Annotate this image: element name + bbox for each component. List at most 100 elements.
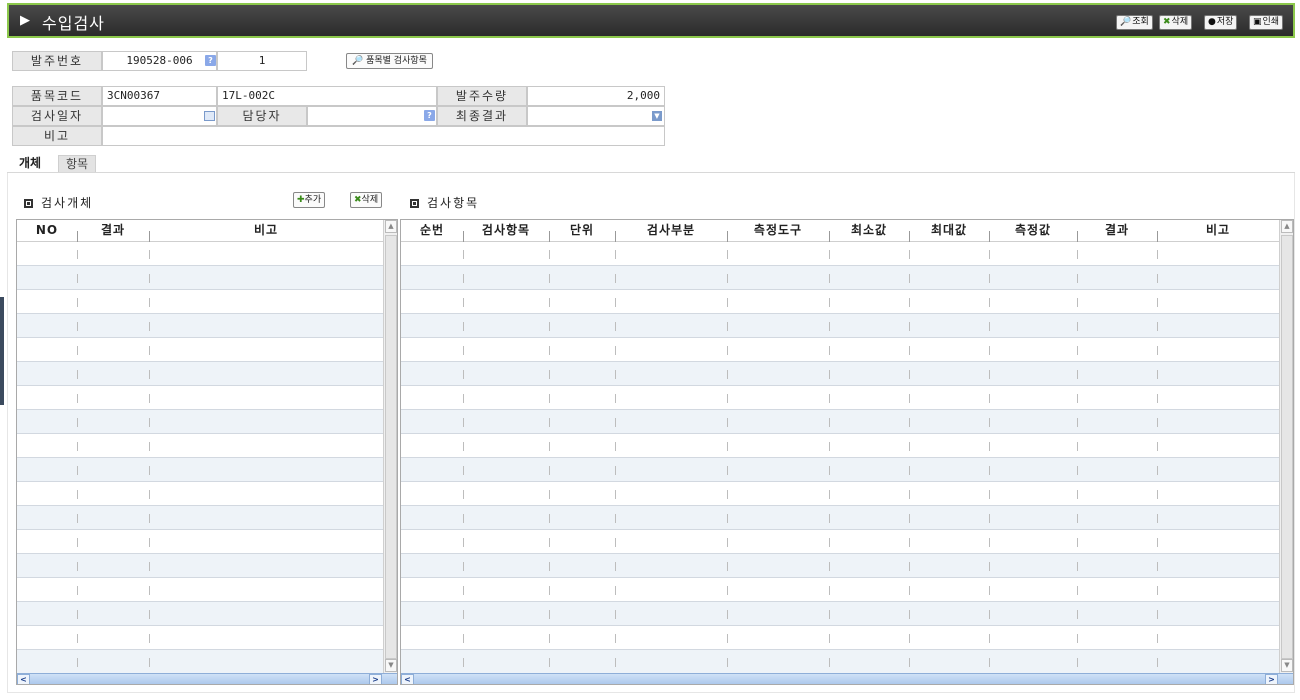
table-row[interactable]: [17, 506, 383, 530]
column-header[interactable]: 결과: [77, 220, 149, 242]
table-row[interactable]: [401, 554, 1279, 578]
table-row[interactable]: [401, 458, 1279, 482]
table-row[interactable]: [17, 554, 383, 578]
table-row[interactable]: [401, 410, 1279, 434]
remark-field[interactable]: [102, 126, 665, 146]
scroll-left-icon[interactable]: <: [401, 674, 414, 684]
table-row[interactable]: [17, 338, 383, 362]
order-no-field[interactable]: 190528-006: [102, 51, 217, 71]
table-row[interactable]: [17, 650, 383, 674]
column-header[interactable]: 단위: [549, 220, 615, 242]
column-header[interactable]: 비고: [1157, 220, 1279, 242]
scroll-down-icon[interactable]: ▼: [1281, 659, 1293, 672]
scroll-up-icon[interactable]: ▲: [385, 220, 397, 233]
cell-divider: [149, 274, 150, 283]
tab-object[interactable]: 개체: [12, 155, 48, 173]
search-button[interactable]: 🔎조회: [1116, 15, 1153, 30]
table-row[interactable]: [17, 410, 383, 434]
table-row[interactable]: [401, 626, 1279, 650]
scroll-down-icon[interactable]: ▼: [385, 659, 397, 672]
table-row[interactable]: [401, 314, 1279, 338]
column-header[interactable]: 순번: [401, 220, 463, 242]
table-row[interactable]: [401, 602, 1279, 626]
cell-divider: [77, 490, 78, 499]
cell-divider: [989, 322, 990, 331]
table-row[interactable]: [17, 362, 383, 386]
scroll-left-icon[interactable]: <: [17, 674, 30, 684]
item-code-field[interactable]: 3CN00367: [102, 86, 217, 106]
column-header[interactable]: 검사부분: [615, 220, 727, 242]
object-grid[interactable]: NO 결과 비고 ▲ ▼ < >: [16, 219, 398, 685]
table-row[interactable]: [401, 482, 1279, 506]
delete-object-button[interactable]: ✖삭제: [350, 192, 383, 208]
table-row[interactable]: [401, 578, 1279, 602]
table-row[interactable]: [17, 242, 383, 266]
table-row[interactable]: [17, 482, 383, 506]
cell-divider: [149, 394, 150, 403]
column-header[interactable]: 결과: [1077, 220, 1157, 242]
table-row[interactable]: [401, 338, 1279, 362]
scroll-right-icon[interactable]: >: [369, 674, 382, 684]
column-header[interactable]: 검사항목: [463, 220, 549, 242]
horizontal-scrollbar[interactable]: < >: [17, 673, 397, 684]
table-row[interactable]: [17, 290, 383, 314]
order-qty-field[interactable]: 2,000: [527, 86, 665, 106]
cell-divider: [1157, 418, 1158, 427]
table-row[interactable]: [401, 386, 1279, 410]
vertical-scrollbar[interactable]: ▲ ▼: [1279, 220, 1293, 673]
scroll-up-icon[interactable]: ▲: [1281, 220, 1293, 233]
save-button[interactable]: ●저장: [1204, 15, 1238, 30]
item-inspection-button[interactable]: 🔎 품목별 검사항목: [346, 53, 433, 69]
table-row[interactable]: [17, 578, 383, 602]
inspection-item-grid[interactable]: 순번 검사항목 단위 검사부분 측정도구 최소값 최대값 측정값 결과 비고 ▲…: [400, 219, 1294, 685]
final-result-select[interactable]: [527, 106, 665, 126]
manager-field[interactable]: [307, 106, 437, 126]
table-row[interactable]: [401, 290, 1279, 314]
table-row[interactable]: [17, 266, 383, 290]
cell-divider: [909, 586, 910, 595]
column-header[interactable]: 측정도구: [727, 220, 829, 242]
cell-divider: [77, 274, 78, 283]
column-header[interactable]: 측정값: [989, 220, 1077, 242]
table-row[interactable]: [17, 626, 383, 650]
column-header[interactable]: 최대값: [909, 220, 989, 242]
item-spec-field[interactable]: 17L-002C: [217, 86, 437, 106]
table-row[interactable]: [17, 314, 383, 338]
column-header[interactable]: NO: [17, 220, 77, 242]
table-row[interactable]: [17, 386, 383, 410]
cell-divider: [463, 250, 464, 259]
column-header[interactable]: 비고: [149, 220, 383, 242]
table-row[interactable]: [401, 434, 1279, 458]
inspect-date-field[interactable]: [102, 106, 217, 126]
horizontal-scrollbar[interactable]: < >: [401, 673, 1293, 684]
table-row[interactable]: [17, 434, 383, 458]
column-header[interactable]: 최소값: [829, 220, 909, 242]
order-seq-field[interactable]: 1: [217, 51, 307, 71]
print-button[interactable]: ▣인쇄: [1249, 15, 1284, 30]
scroll-thumb[interactable]: [1281, 235, 1293, 659]
chevron-down-icon[interactable]: ▼: [652, 111, 662, 121]
cell-divider: [549, 562, 550, 571]
add-object-button[interactable]: ✚추가: [293, 192, 326, 208]
vertical-scrollbar[interactable]: ▲ ▼: [383, 220, 397, 673]
table-row[interactable]: [401, 650, 1279, 674]
manager-lookup-icon[interactable]: ?: [424, 110, 435, 121]
scroll-thumb[interactable]: [385, 235, 397, 659]
cell-divider: [727, 274, 728, 283]
table-row[interactable]: [17, 530, 383, 554]
tab-item[interactable]: 항목: [58, 155, 97, 173]
calendar-icon[interactable]: [204, 111, 215, 121]
sidebar-toggle-handle[interactable]: [0, 297, 4, 405]
table-row[interactable]: [401, 266, 1279, 290]
delete-button[interactable]: ✖삭제: [1159, 15, 1193, 30]
table-row[interactable]: [401, 362, 1279, 386]
table-row[interactable]: [401, 506, 1279, 530]
cell-divider: [77, 658, 78, 667]
table-row[interactable]: [401, 530, 1279, 554]
order-no-lookup-icon[interactable]: ?: [205, 55, 216, 66]
table-row[interactable]: [401, 242, 1279, 266]
table-row[interactable]: [17, 458, 383, 482]
scroll-right-icon[interactable]: >: [1265, 674, 1278, 684]
cell-divider: [77, 298, 78, 307]
table-row[interactable]: [17, 602, 383, 626]
